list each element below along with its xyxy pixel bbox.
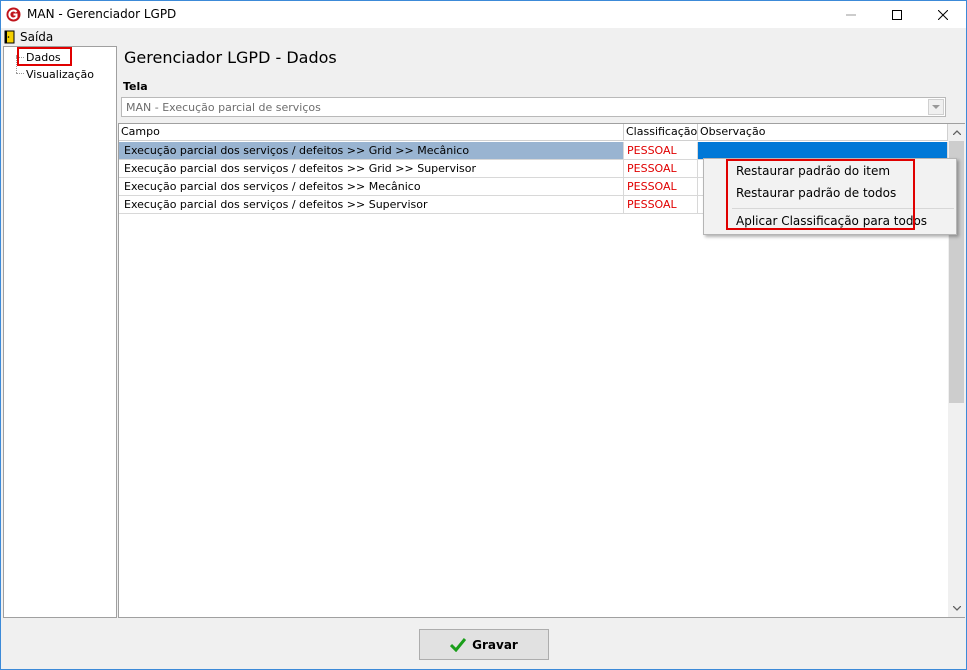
minimize-icon bbox=[846, 14, 856, 15]
minimize-button[interactable] bbox=[828, 1, 874, 28]
maximize-button[interactable] bbox=[874, 1, 920, 28]
page-title: Gerenciador LGPD - Dados bbox=[124, 48, 337, 67]
window-title: MAN - Gerenciador LGPD bbox=[27, 7, 177, 21]
chevron-up-icon bbox=[952, 130, 961, 135]
save-button[interactable]: Gravar bbox=[419, 629, 549, 660]
cell-campo[interactable]: Execução parcial dos serviços / defeitos… bbox=[119, 142, 624, 160]
chevron-down-icon bbox=[932, 104, 940, 109]
navigation-tree: Dados Visualização bbox=[3, 46, 117, 618]
tree-connector bbox=[16, 73, 24, 74]
cell-campo[interactable]: Execução parcial dos serviços / defeitos… bbox=[119, 160, 624, 178]
column-header-classificacao[interactable]: Classificação bbox=[624, 124, 698, 141]
tela-select[interactable]: MAN - Execução parcial de serviços bbox=[121, 97, 946, 117]
cell-classificacao[interactable]: PESSOAL bbox=[624, 196, 698, 214]
annotation-highlight-box bbox=[17, 47, 72, 66]
maximize-icon bbox=[892, 9, 902, 20]
save-button-label: Gravar bbox=[472, 637, 518, 652]
annotation-highlight-box bbox=[726, 159, 915, 230]
door-exit-icon bbox=[4, 30, 15, 44]
scroll-down-button[interactable] bbox=[948, 600, 965, 617]
chevron-down-icon bbox=[952, 606, 961, 611]
tree-item-visualizacao[interactable]: Visualização bbox=[26, 67, 94, 82]
close-button[interactable] bbox=[920, 1, 966, 28]
cell-campo[interactable]: Execução parcial dos serviços / defeitos… bbox=[119, 196, 624, 214]
cell-campo[interactable]: Execução parcial dos serviços / defeitos… bbox=[119, 178, 624, 196]
app-window: MAN - Gerenciador LGPD Saída Dados Visua… bbox=[0, 0, 967, 670]
column-header-observacao[interactable]: Observação bbox=[698, 124, 948, 141]
menu-exit[interactable]: Saída bbox=[4, 28, 53, 46]
app-logo-icon bbox=[6, 7, 21, 22]
cell-classificacao[interactable]: PESSOAL bbox=[624, 142, 698, 160]
cell-classificacao[interactable]: PESSOAL bbox=[624, 160, 698, 178]
menu-bar: Saída bbox=[1, 28, 966, 46]
title-bar: MAN - Gerenciador LGPD bbox=[1, 1, 966, 28]
cell-classificacao[interactable]: PESSOAL bbox=[624, 178, 698, 196]
dropdown-button[interactable] bbox=[928, 99, 944, 115]
menu-exit-label: Saída bbox=[20, 30, 54, 44]
grid-header: Campo Classificação Observação bbox=[119, 124, 948, 141]
scroll-up-button[interactable] bbox=[948, 124, 965, 141]
column-header-campo[interactable]: Campo bbox=[119, 124, 624, 141]
tela-label: Tela bbox=[123, 80, 148, 93]
tela-select-value: MAN - Execução parcial de serviços bbox=[126, 101, 321, 114]
checkmark-icon bbox=[450, 637, 467, 652]
close-icon bbox=[938, 9, 948, 20]
tree-item-label: Visualização bbox=[26, 68, 94, 81]
